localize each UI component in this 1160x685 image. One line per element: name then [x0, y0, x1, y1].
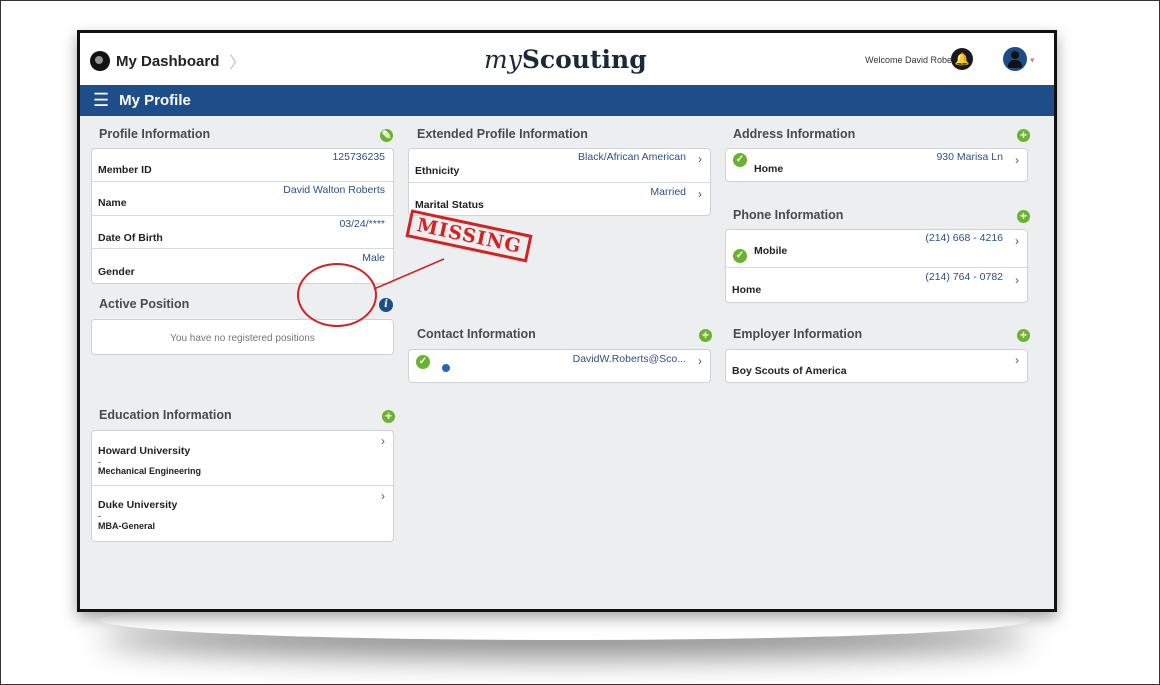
annotation-line: [373, 258, 445, 290]
app-window: My Dashboard 〉 myScouting Welcome David …: [77, 30, 1057, 612]
